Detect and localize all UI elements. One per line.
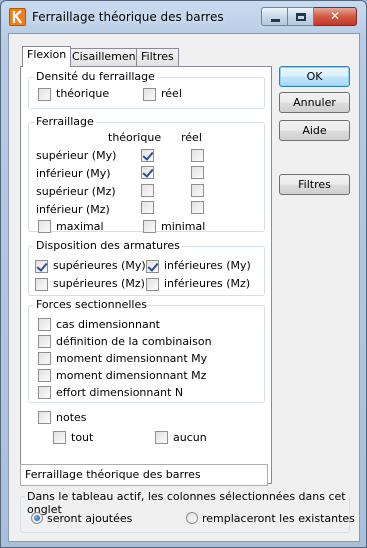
close-icon: ✕: [329, 9, 341, 23]
cas-dimensionnant-checkbox[interactable]: [38, 318, 51, 331]
help-button[interactable]: Aide: [279, 120, 350, 141]
inferieures-mz-checkbox[interactable]: [146, 278, 159, 291]
reinforcement-group: Ferraillage théorique réel supérieur (My…: [28, 115, 265, 233]
definition-combinaison-checkbox[interactable]: [38, 335, 51, 348]
density-reel-label: réel: [161, 87, 182, 100]
effort-n-checkbox[interactable]: [38, 386, 51, 399]
inferieur-my-theorique-checkbox[interactable]: [141, 166, 154, 179]
density-group-label: Densité du ferraillage: [34, 70, 157, 83]
column-header-theorique: théorique: [108, 131, 162, 144]
density-reel-checkbox[interactable]: [143, 88, 156, 101]
notes-tout-label: tout: [71, 431, 94, 444]
seront-ajoutees-label: seront ajoutées: [47, 512, 133, 525]
tab-cisaillement[interactable]: Cisaillement: [67, 48, 145, 66]
inferieures-my-label: inférieures (My): [164, 259, 251, 272]
dialog-window: Ferraillage théorique des barres ✕ Flexi…: [0, 0, 367, 548]
row-label-inferieur-my: inférieur (My): [36, 167, 111, 180]
row-label-inferieur-mz: inférieur (Mz): [36, 203, 110, 216]
superieures-my-checkbox[interactable]: [35, 260, 48, 273]
definition-combinaison-label: définition de la combinaison: [56, 335, 212, 348]
superieur-mz-reel-checkbox[interactable]: [191, 184, 204, 197]
superieures-mz-checkbox[interactable]: [35, 278, 48, 291]
minimal-label: minimal: [161, 220, 206, 233]
moment-mz-label: moment dimensionnant Mz: [56, 369, 207, 382]
notes-checkbox[interactable]: [38, 411, 51, 424]
density-theorique-checkbox[interactable]: [38, 88, 51, 101]
row-label-superieur-mz: supérieur (Mz): [36, 185, 116, 198]
layout-group: Disposition des armatures supérieures (M…: [28, 239, 265, 296]
dialog-client-area: Flexion Cisaillement Filtres Densité du …: [8, 33, 360, 542]
minimal-checkbox[interactable]: [143, 220, 156, 233]
cancel-button[interactable]: Annuler: [279, 92, 350, 113]
column-header-reel: réel: [181, 131, 202, 144]
inferieures-my-checkbox[interactable]: [146, 260, 159, 273]
column-name-input[interactable]: Ferraillage théorique des barres: [20, 464, 268, 486]
layout-group-label: Disposition des armatures: [34, 239, 182, 252]
tab-panel-flexion: Densité du ferraillage théorique réel Fe…: [20, 66, 272, 484]
superieur-mz-theorique-checkbox[interactable]: [141, 184, 154, 197]
superieures-my-label: supérieures (My): [53, 259, 146, 272]
remplaceront-label: remplaceront les existantes: [202, 512, 355, 525]
filters-button[interactable]: Filtres: [279, 174, 350, 195]
maximize-button[interactable]: [288, 7, 314, 26]
maximal-checkbox[interactable]: [38, 220, 51, 233]
forces-group: Forces sectionnelles cas dimensionnant d…: [28, 298, 265, 403]
maximize-icon: [296, 13, 306, 21]
close-button[interactable]: ✕: [314, 7, 357, 26]
remplaceront-radio[interactable]: [186, 512, 198, 524]
columns-option-group: Dans le tableau actif, les colonnes séle…: [20, 490, 355, 533]
title-bar[interactable]: Ferraillage théorique des barres ✕: [1, 1, 366, 33]
reinforcement-group-label: Ferraillage: [34, 115, 96, 128]
inferieur-mz-theorique-checkbox[interactable]: [141, 201, 154, 214]
window-title: Ferraillage théorique des barres: [32, 10, 224, 24]
app-logo-icon: [9, 8, 26, 26]
seront-ajoutees-radio[interactable]: [31, 512, 43, 524]
moment-my-label: moment dimensionnant My: [56, 352, 208, 365]
density-group: Densité du ferraillage théorique réel: [28, 70, 265, 109]
tab-filtres[interactable]: Filtres: [136, 48, 179, 66]
inferieures-mz-label: inférieures (Mz): [164, 277, 251, 290]
inferieur-my-reel-checkbox[interactable]: [191, 166, 204, 179]
superieures-mz-label: supérieures (Mz): [53, 277, 145, 290]
superieur-my-theorique-checkbox[interactable]: [141, 149, 154, 162]
effort-n-label: effort dimensionnant N: [56, 386, 184, 399]
notes-tout-checkbox[interactable]: [53, 431, 66, 444]
moment-mz-checkbox[interactable]: [38, 369, 51, 382]
ok-button[interactable]: OK: [279, 66, 350, 87]
minimize-icon: [271, 19, 280, 22]
moment-my-checkbox[interactable]: [38, 352, 51, 365]
notes-aucun-label: aucun: [173, 431, 207, 444]
inferieur-mz-reel-checkbox[interactable]: [191, 201, 204, 214]
maximal-label: maximal: [56, 220, 104, 233]
forces-group-label: Forces sectionnelles: [34, 298, 149, 311]
density-theorique-label: théorique: [56, 87, 110, 100]
superieur-my-reel-checkbox[interactable]: [191, 149, 204, 162]
notes-label: notes: [56, 411, 87, 424]
minimize-button[interactable]: [261, 7, 288, 26]
cas-dimensionnant-label: cas dimensionnant: [56, 318, 160, 331]
row-label-superieur-my: supérieur (My): [36, 149, 117, 162]
tab-flexion[interactable]: Flexion: [22, 46, 72, 67]
notes-aucun-checkbox[interactable]: [155, 431, 168, 444]
